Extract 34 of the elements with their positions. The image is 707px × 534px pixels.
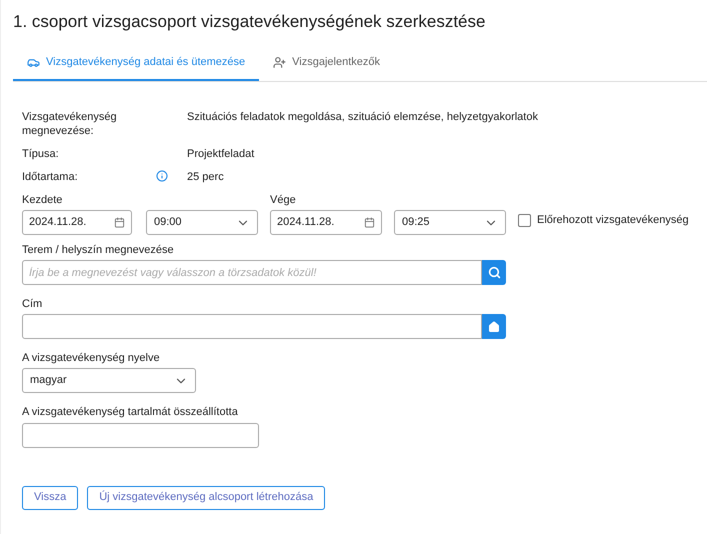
checkbox-label: Előrehozott vizsgatevékenység (537, 213, 689, 228)
field-label: A vizsgatevékenység nyelve (22, 351, 161, 365)
info-label: Típusa: (22, 147, 60, 161)
user-plus-icon (273, 56, 286, 69)
date-field[interactable]: 2024.11.28. (22, 210, 132, 235)
action-button[interactable]: Új vizsgatevékenység alcsoport létrehozása (87, 486, 326, 510)
field-label: Vége (270, 193, 297, 207)
info-value: Projektfeladat (187, 147, 254, 161)
search-icon (488, 266, 500, 279)
checkbox[interactable] (518, 214, 531, 227)
dropdown-field[interactable]: magyar (22, 368, 196, 393)
search-button[interactable] (482, 260, 506, 285)
calendar-icon (364, 217, 375, 228)
info-icon[interactable] (156, 170, 168, 182)
field-label: Terem / helyszín megnevezése (22, 243, 175, 257)
field-label: A vizsgatevékenység tartalmát összeállította (22, 405, 239, 419)
composer-field[interactable] (22, 422, 259, 448)
tab[interactable]: Vizsgatevékenység adatai és ütemezése (13, 46, 260, 81)
field-label: Cím (22, 297, 44, 311)
home-icon (488, 320, 500, 332)
calendar-icon (114, 217, 125, 228)
page-title: 1. csoport vizsgacsoport vizsgatevékenységének szerkesztése (12, 11, 486, 33)
info-value: 25 perc (187, 170, 224, 184)
info-label: Időtartama: (22, 170, 79, 184)
dropdown-field[interactable]: 09:00 (146, 210, 258, 235)
info-value: Szituációs feladatok megoldása, szituáció elemzése, helyzetgyakorlatok (187, 110, 538, 125)
date-field[interactable]: 2024.11.28. (270, 210, 382, 235)
home-button[interactable] (482, 314, 506, 339)
tab[interactable]: Vizsgajelentkezők (259, 46, 394, 81)
dropdown-field[interactable]: 09:25 (394, 210, 506, 235)
field-label: Kezdete (22, 193, 64, 207)
address-field[interactable] (22, 314, 482, 339)
action-button[interactable]: Vissza (22, 486, 78, 510)
info-label: Vizsgatevékenység megnevezése: (22, 110, 118, 138)
